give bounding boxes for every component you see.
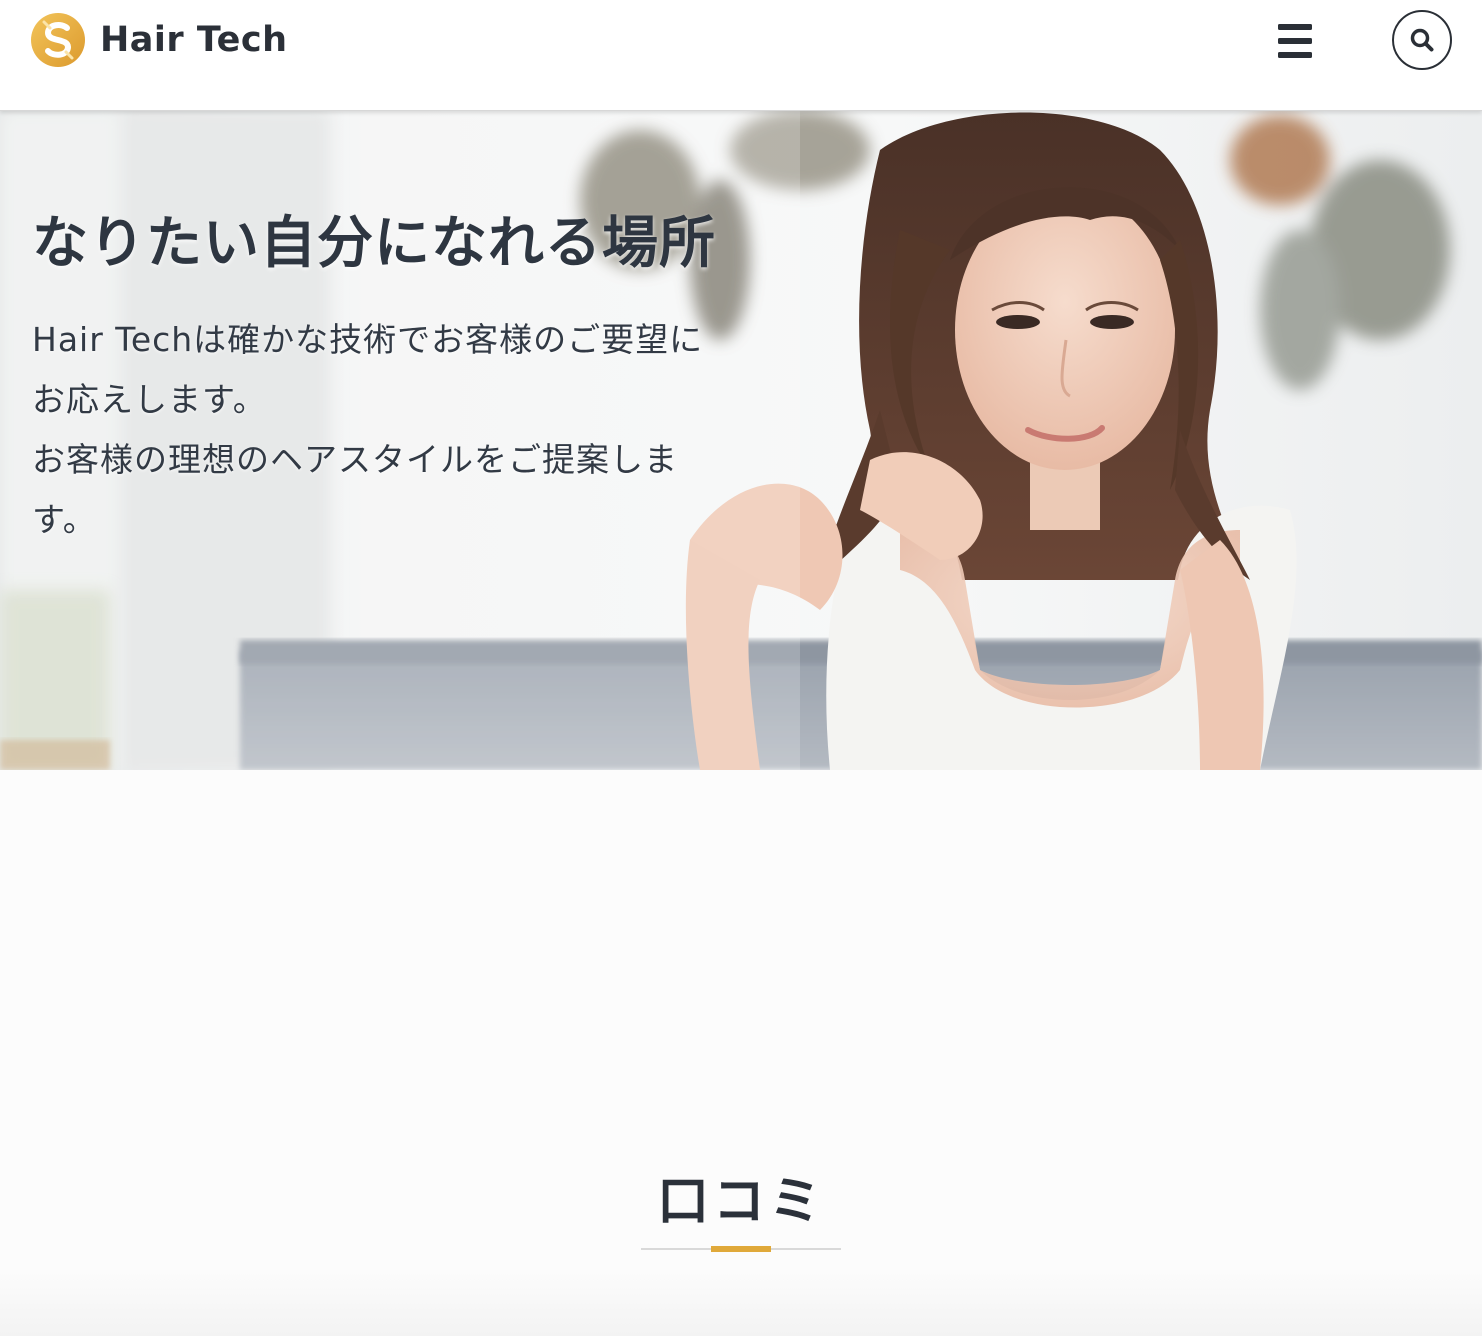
site-logo-link[interactable]: Hair Tech: [30, 12, 287, 68]
hero-section: なりたい自分になれる場所 Hair Techは確かな技術でお客様のご要望に お応…: [0, 110, 1482, 770]
section-title-accent-bar: [711, 1246, 771, 1252]
s-logo-icon: [31, 13, 85, 67]
reviews-section-title: 口コミ: [656, 1172, 825, 1232]
hamburger-menu-icon: [1278, 24, 1312, 58]
hero-description-line: す。: [32, 500, 97, 539]
search-icon: [1410, 28, 1434, 52]
section-divider-shade: [0, 1270, 1482, 1336]
hero-description-line: お客様の理想のヘアスタイルをご提案しま: [32, 440, 678, 479]
logo-text: Hair Tech: [100, 20, 288, 60]
hero-description: Hair Techは確かな技術でお客様のご要望に お応えします。 お客様の理想の…: [32, 310, 752, 550]
site-header: Hair Tech: [0, 0, 1482, 111]
hero-description-line: お応えします。: [32, 380, 267, 419]
page: Hair Tech なりたい自分になれる場所 Hair Techは確かな技術でお…: [0, 0, 1482, 1336]
hero-description-line: Hair Techは確かな技術でお客様のご要望に: [32, 320, 704, 359]
menu-button[interactable]: [1272, 20, 1318, 62]
hero-heading: なりたい自分になれる場所: [32, 211, 716, 276]
search-button[interactable]: [1392, 10, 1452, 70]
